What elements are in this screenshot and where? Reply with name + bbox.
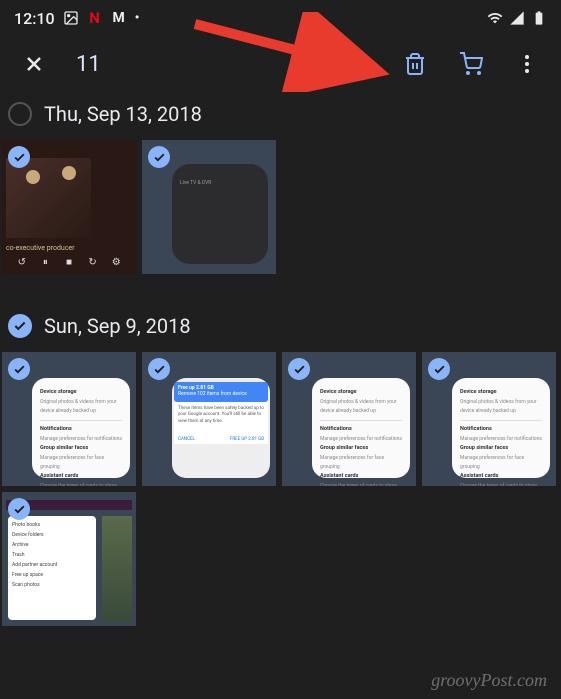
selection-check-icon[interactable] — [148, 358, 170, 380]
close-selection-button[interactable] — [14, 44, 54, 84]
status-right — [487, 10, 547, 26]
cart-icon — [459, 52, 483, 76]
wifi-icon — [487, 10, 503, 26]
trash-icon — [403, 52, 427, 76]
forward-icon: ↻ — [87, 256, 99, 268]
selection-check-icon[interactable] — [288, 358, 310, 380]
thumbnail-grid: co-executive producer ↺ ⏸ ■ ↻ ⚙ Live TV … — [0, 140, 561, 304]
netflix-icon: N — [87, 10, 103, 26]
status-bar: 12:10 N M • — [0, 0, 561, 36]
photo-thumbnail[interactable]: Photo books Device folders Archive Trash… — [2, 492, 136, 626]
photo-thumbnail[interactable]: Device storage Original photos & videos … — [2, 352, 136, 486]
selection-check-icon[interactable] — [148, 146, 170, 168]
date-label: Sun, Sep 9, 2018 — [44, 314, 191, 338]
signal-icon — [509, 10, 525, 26]
stop-icon: ■ — [63, 256, 75, 268]
photo-thumbnail[interactable]: Free up 2.81 GB Remove 102 items from de… — [142, 352, 276, 486]
photo-thumbnail[interactable]: co-executive producer ↺ ⏸ ■ ↻ ⚙ — [2, 140, 136, 274]
dot-icon: • — [135, 10, 140, 26]
rewind-icon: ↺ — [16, 256, 28, 268]
video-controls: ↺ ⏸ ■ ↻ ⚙ — [2, 256, 136, 268]
cart-button[interactable] — [451, 44, 491, 84]
gmail-icon: M — [111, 10, 127, 26]
thumbnail-grid: Device storage Original photos & videos … — [0, 352, 561, 656]
gear-icon: ⚙ — [110, 256, 122, 268]
selection-check-icon[interactable] — [428, 358, 450, 380]
more-button[interactable] — [507, 44, 547, 84]
selection-check-icon[interactable] — [8, 498, 30, 520]
thumb-tiny-label: Live TV & DVR — [180, 180, 211, 186]
clock: 12:10 — [14, 9, 55, 28]
photo-thumbnail[interactable]: Device storageOriginal photos & videos f… — [422, 352, 556, 486]
date-header[interactable]: Sun, Sep 9, 2018 — [0, 304, 561, 352]
video-caption: co-executive producer — [6, 244, 75, 252]
plus-icon — [347, 52, 371, 76]
photo-thumbnail[interactable]: Live TV & DVR — [142, 140, 276, 274]
photo-thumbnail[interactable]: Device storageOriginal photos & videos f… — [282, 352, 416, 486]
selection-count: 11 — [76, 52, 101, 77]
selection-check-icon[interactable] — [8, 358, 30, 380]
more-vertical-icon — [515, 52, 539, 76]
date-select-circle[interactable] — [8, 102, 32, 126]
watermark: groovyPost.com — [431, 670, 547, 691]
pause-icon: ⏸ — [39, 256, 51, 268]
delete-button[interactable] — [395, 44, 435, 84]
status-left: 12:10 N M • — [14, 9, 140, 28]
share-icon — [291, 52, 315, 76]
image-icon — [63, 10, 79, 26]
selection-toolbar: 11 — [0, 36, 561, 92]
date-label: Thu, Sep 13, 2018 — [44, 102, 202, 126]
photo-grid-content[interactable]: Thu, Sep 13, 2018 co-executive producer … — [0, 92, 561, 666]
date-header[interactable]: Thu, Sep 13, 2018 — [0, 92, 561, 140]
selection-check-icon[interactable] — [8, 146, 30, 168]
battery-icon — [531, 10, 547, 26]
add-button[interactable] — [339, 44, 379, 84]
date-select-circle[interactable] — [8, 314, 32, 338]
share-button[interactable] — [283, 44, 323, 84]
